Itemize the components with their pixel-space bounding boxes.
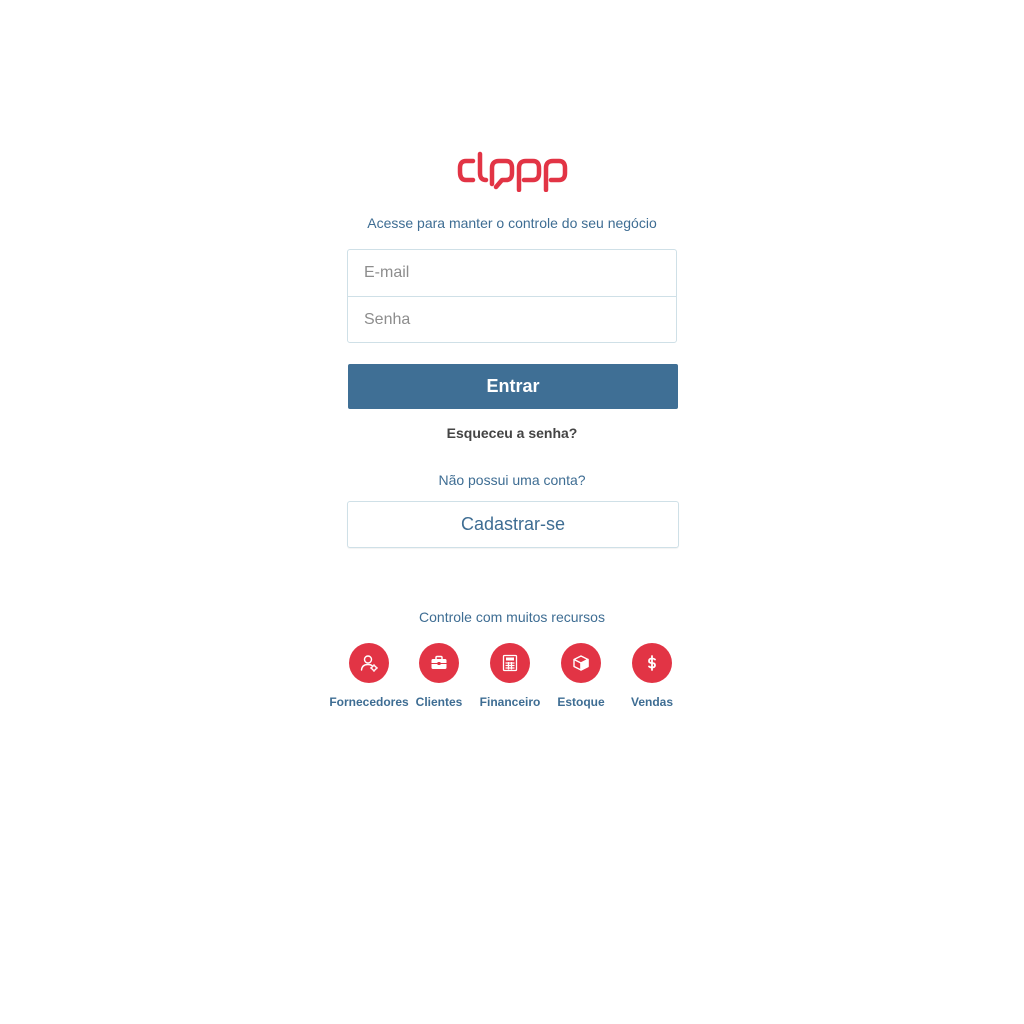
briefcase-icon xyxy=(419,643,459,683)
login-page: Acesse para manter o controle do seu neg… xyxy=(0,0,1024,1024)
forgot-password-link[interactable]: Esqueceu a senha? xyxy=(0,425,1024,441)
feature-label: Vendas xyxy=(630,695,674,709)
signup-button[interactable]: Cadastrar-se xyxy=(347,501,679,548)
email-input[interactable] xyxy=(348,250,676,296)
box-icon xyxy=(561,643,601,683)
password-input[interactable] xyxy=(348,297,676,343)
login-fields xyxy=(347,249,677,343)
feature-vendas: Vendas xyxy=(607,643,697,709)
login-button[interactable]: Entrar xyxy=(348,364,678,409)
dollar-icon xyxy=(632,643,672,683)
no-account-text: Não possui uma conta? xyxy=(438,472,586,488)
features-title: Controle com muitos recursos xyxy=(419,609,605,625)
login-tagline: Acesse para manter o controle do seu neg… xyxy=(367,215,657,231)
supplier-icon xyxy=(349,643,389,683)
calculator-icon xyxy=(490,643,530,683)
clipp-logo xyxy=(457,151,568,192)
